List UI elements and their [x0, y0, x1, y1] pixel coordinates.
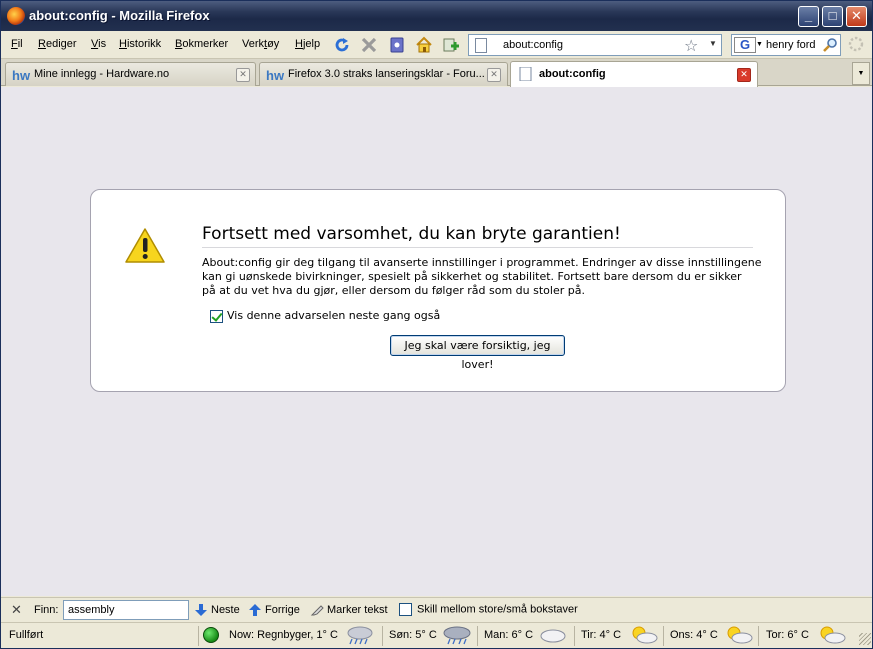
menu-historikk[interactable]: Historikk — [119, 38, 161, 50]
warning-title: Fortsett med varsomhet, du kan bryte gar… — [202, 224, 753, 248]
search-icon[interactable] — [822, 37, 838, 53]
show-warning-checkbox[interactable] — [210, 309, 223, 323]
svg-text:hw: hw — [266, 68, 285, 82]
arrow-down-icon — [195, 604, 207, 616]
tab-firefox-forum[interactable]: hw Firefox 3.0 straks lanseringsklar - F… — [259, 62, 508, 86]
url-bar[interactable]: about:config ☆ ▼ — [468, 34, 722, 56]
find-next-button[interactable]: Neste — [194, 603, 240, 617]
google-engine-icon[interactable]: G — [734, 37, 756, 53]
browser-window: about:config - Mozilla Firefox _ □ ✕ Fil… — [0, 0, 873, 649]
chevron-down-icon[interactable]: ▼ — [756, 41, 763, 48]
sun-cloud-icon — [727, 626, 753, 644]
warning-box: Fortsett med varsomhet, du kan bryte gar… — [90, 189, 786, 392]
menu-bokmerker[interactable]: Bokmerker — [175, 38, 228, 50]
accept-risk-button[interactable]: Jeg skal være forsiktig, jeg lover! — [390, 335, 565, 371]
highlight-label: Marker tekst — [327, 603, 388, 616]
tab-close-icon[interactable]: ✕ — [737, 68, 751, 82]
warning-line: About:config gir deg tilgang til avanser… — [202, 256, 762, 269]
close-icon[interactable]: ✕ — [11, 602, 22, 618]
tab-hardware-mine-innlegg[interactable]: hw Mine innlegg - Hardware.no ✕ — [5, 62, 256, 86]
find-input[interactable]: assembly — [63, 600, 189, 620]
tab-close-icon[interactable]: ✕ — [487, 68, 501, 82]
weather-now[interactable]: Now: Regnbyger, 1° C — [229, 629, 338, 641]
menu-rediger[interactable]: Rediger — [38, 38, 77, 50]
status-bar: Fullført Now: Regnbyger, 1° C Søn: 5° C … — [1, 622, 872, 648]
svg-text:hw: hw — [12, 68, 31, 82]
star-icon[interactable]: ☆ — [684, 36, 698, 56]
url-input[interactable]: about:config — [503, 39, 563, 51]
find-previous-label: Forrige — [265, 603, 300, 616]
show-warning-label: Vis denne advarselen neste gang også — [227, 309, 441, 322]
warning-line: på at du vet hva du gjør, eller dersom d… — [202, 284, 585, 297]
show-warning-checkbox-row[interactable]: Vis denne advarselen neste gang også — [210, 309, 440, 323]
tab-about-config[interactable]: about:config ✕ — [510, 61, 758, 87]
all-tabs-chevron-icon[interactable]: ▼ — [852, 62, 870, 85]
find-label: Finn: — [34, 604, 59, 616]
hw-favicon-icon: hw — [12, 68, 31, 82]
close-window-button[interactable]: ✕ — [846, 6, 867, 27]
window-title: about:config - Mozilla Firefox — [29, 8, 210, 23]
status-divider — [758, 626, 759, 646]
status-divider — [198, 626, 199, 646]
cloud-icon — [540, 629, 566, 643]
warning-icon — [125, 228, 165, 263]
status-divider — [477, 626, 478, 646]
weather-sunday[interactable]: Søn: 5° C — [389, 629, 437, 641]
find-next-label: Neste — [211, 603, 240, 616]
warning-text: About:config gir deg tilgang til avanser… — [202, 256, 762, 298]
find-bar: ✕ Finn: assembly Neste Forrige Marker te… — [1, 597, 872, 622]
reload-icon[interactable] — [333, 36, 351, 54]
status-divider — [574, 626, 575, 646]
highlighter-icon — [310, 605, 324, 616]
add-icon[interactable] — [442, 36, 460, 54]
menu-verktoy[interactable]: Verktøy — [242, 38, 279, 50]
sun-cloud-icon — [820, 626, 846, 644]
rain-cloud-icon — [347, 626, 373, 645]
search-input[interactable]: henry ford — [766, 39, 816, 51]
weather-wednesday[interactable]: Ons: 4° C — [670, 629, 718, 641]
title-bar[interactable]: about:config - Mozilla Firefox _ □ ✕ — [1, 1, 872, 31]
menu-vis[interactable]: Vis — [91, 38, 106, 50]
tab-close-icon[interactable]: ✕ — [236, 68, 250, 82]
search-bar[interactable]: G ▼ henry ford — [731, 34, 841, 56]
hw-favicon-icon: hw — [266, 68, 285, 82]
url-dropdown-icon[interactable]: ▼ — [709, 39, 717, 48]
minimize-button[interactable]: _ — [798, 6, 819, 27]
weather-globe-icon[interactable] — [203, 627, 219, 643]
page-content: Fortsett med varsomhet, du kan bryte gar… — [1, 87, 872, 596]
home-icon[interactable] — [415, 36, 433, 54]
match-case-checkbox[interactable] — [399, 603, 412, 616]
status-text: Fullført — [9, 629, 44, 641]
sun-cloud-icon — [632, 626, 658, 644]
tab-bar: hw Mine innlegg - Hardware.no ✕ hw Firef… — [1, 59, 872, 87]
tab-label: Mine innlegg - Hardware.no — [34, 68, 170, 80]
storm-cloud-icon — [443, 626, 471, 645]
menu-hjelp[interactable]: Hjelp — [295, 38, 320, 50]
menu-fil[interactable]: Fil — [11, 38, 23, 50]
stop-icon[interactable] — [360, 36, 378, 54]
highlight-button[interactable]: Marker tekst — [310, 603, 388, 617]
throbber-icon — [848, 36, 864, 52]
weather-thursday[interactable]: Tor: 6° C — [766, 629, 809, 641]
match-case-checkbox-row[interactable]: Skill mellom store/små bokstaver — [399, 603, 578, 616]
tab-label: Firefox 3.0 straks lanseringsklar - Foru… — [288, 68, 484, 80]
match-case-label: Skill mellom store/små bokstaver — [417, 603, 578, 616]
firefox-icon — [7, 7, 25, 25]
status-divider — [382, 626, 383, 646]
tab-label: about:config — [539, 68, 606, 80]
weather-tuesday[interactable]: Tir: 4° C — [581, 629, 621, 641]
page-icon — [475, 38, 487, 53]
page-icon — [519, 67, 532, 81]
arrow-up-icon — [249, 604, 261, 616]
bookmark-icon[interactable] — [388, 36, 406, 54]
status-divider — [663, 626, 664, 646]
find-previous-button[interactable]: Forrige — [248, 603, 300, 617]
menu-toolbar: Fil Rediger Vis Historikk Bokmerker Verk… — [1, 31, 872, 59]
resize-grip[interactable] — [859, 633, 871, 645]
weather-monday[interactable]: Man: 6° C — [484, 629, 533, 641]
maximize-button[interactable]: □ — [822, 6, 843, 27]
warning-line: kan gi uønskede bivirkninger, spesielt p… — [202, 270, 742, 283]
